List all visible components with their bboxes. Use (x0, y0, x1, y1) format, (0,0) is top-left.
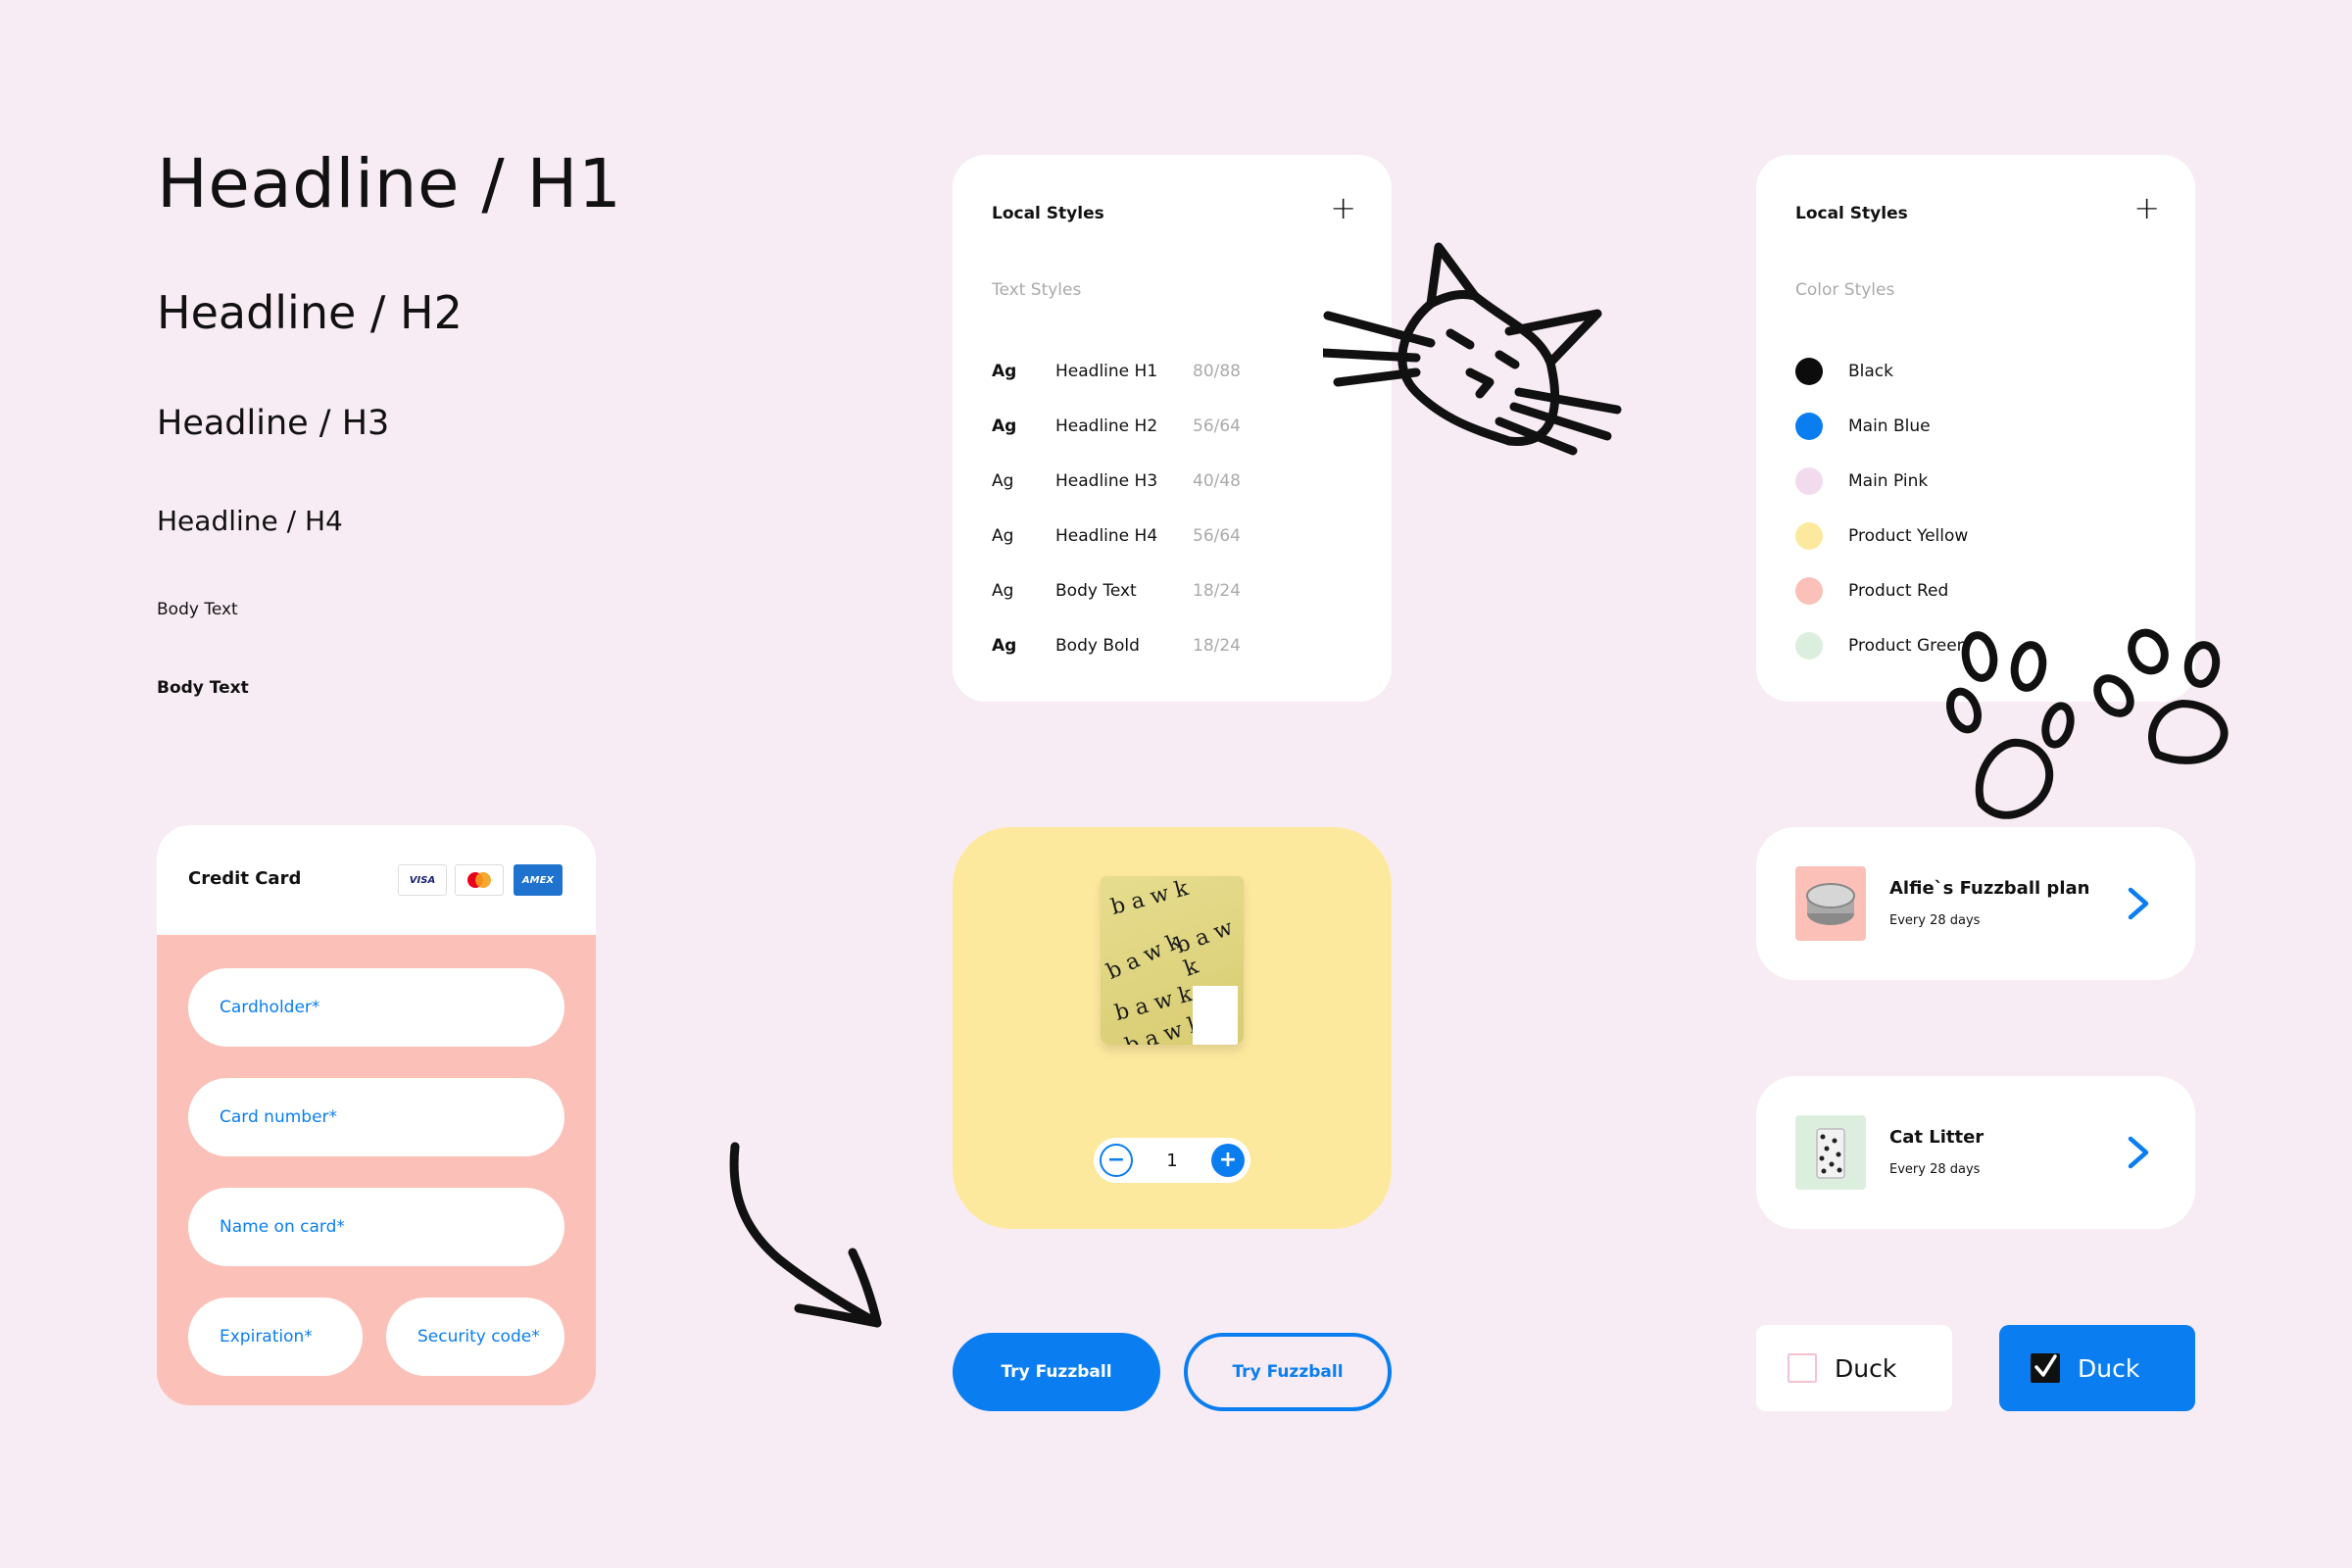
style-size: 56/64 (1193, 416, 1241, 436)
style-preview: Ag (992, 581, 1014, 601)
color-style-row[interactable]: Black (1795, 357, 1893, 386)
color-swatch (1795, 413, 1823, 440)
panel-subtitle: Text Styles (992, 280, 1082, 300)
arrow-doodle-icon (729, 1142, 882, 1328)
color-swatch (1795, 358, 1823, 385)
plan-thumbnail (1795, 866, 1866, 941)
color-swatch (1795, 577, 1823, 605)
bag-print-text: b a w k (1108, 876, 1192, 920)
duck-checkbox-unchecked[interactable]: Duck (1756, 1325, 1952, 1411)
add-style-button[interactable]: + (1330, 192, 1356, 223)
panel-title: Local Styles (1795, 204, 1908, 223)
style-preview: Ag (992, 526, 1014, 546)
checkbox-label: Duck (2078, 1353, 2140, 1383)
add-color-button[interactable]: + (2133, 192, 2160, 223)
color-swatch (1795, 632, 1823, 660)
bag-print-text: b a w k (1102, 929, 1185, 985)
text-style-row[interactable]: Ag Headline H1 80/88 (992, 357, 1241, 386)
credit-card-form: Credit Card VISA AMEX Cardholder* Card n… (157, 825, 596, 1405)
bag-label (1193, 986, 1238, 1045)
color-style-row[interactable]: Main Pink (1795, 466, 1928, 496)
color-name: Main Pink (1848, 471, 1929, 491)
color-name: Black (1848, 362, 1893, 381)
name-on-card-field[interactable]: Name on card* (188, 1188, 564, 1266)
text-style-row[interactable]: Ag Body Text 18/24 (992, 576, 1241, 606)
cardholder-field[interactable]: Cardholder* (188, 968, 564, 1047)
style-name: Body Text (1055, 581, 1137, 601)
color-swatch (1795, 522, 1823, 550)
style-preview: Ag (992, 636, 1017, 656)
color-name: Product Yellow (1848, 526, 1969, 546)
product-bag-image: b a w k b a w k b a w k b a w k b a w k (1101, 876, 1244, 1045)
text-style-row[interactable]: Ag Headline H4 56/64 (992, 521, 1241, 551)
style-name: Headline H2 (1055, 416, 1158, 436)
try-fuzzball-secondary-button[interactable]: Try Fuzzball (1184, 1333, 1392, 1411)
plan-card[interactable]: Cat Litter Every 28 days (1756, 1076, 2195, 1229)
checkbox-empty-icon (1788, 1353, 1817, 1383)
style-name: Headline H1 (1055, 362, 1158, 381)
style-size: 80/88 (1193, 362, 1241, 381)
color-style-row[interactable]: Main Blue (1795, 412, 1931, 441)
color-style-row[interactable]: Product Red (1795, 576, 1948, 606)
chevron-right-icon[interactable] (2125, 884, 2152, 923)
style-size: 18/24 (1193, 581, 1241, 601)
style-name: Body Bold (1055, 636, 1140, 656)
color-name: Main Blue (1848, 416, 1931, 436)
cat-doodle-icon (1323, 242, 1622, 456)
checkbox-checked-icon (2031, 1353, 2060, 1383)
style-size: 18/24 (1193, 636, 1241, 656)
text-style-row[interactable]: Ag Headline H3 40/48 (992, 466, 1241, 496)
decrease-quantity-button[interactable]: − (1100, 1144, 1133, 1177)
plan-card[interactable]: Alfie`s Fuzzball plan Every 28 days (1756, 827, 2195, 980)
text-style-row[interactable]: Ag Body Bold 18/24 (992, 631, 1241, 661)
color-name: Product Red (1848, 581, 1949, 601)
security-code-field[interactable]: Security code* (386, 1298, 564, 1376)
amex-logo-icon: AMEX (514, 864, 563, 896)
paw-print-icon (2093, 628, 2229, 764)
checkmark-icon (2034, 1354, 2057, 1377)
text-style-row[interactable]: Ag Headline H2 56/64 (992, 412, 1241, 441)
product-card: b a w k b a w k b a w k b a w k b a w k … (953, 827, 1392, 1229)
headline-h1-sample: Headline / H1 (157, 145, 622, 223)
expiration-field[interactable]: Expiration* (188, 1298, 363, 1376)
credit-card-header: Credit Card VISA AMEX (157, 825, 596, 935)
color-style-row[interactable]: Product Yellow (1795, 521, 1968, 551)
style-preview: Ag (992, 471, 1014, 491)
style-preview: Ag (992, 416, 1017, 436)
paw-print-icon (1945, 631, 2075, 819)
panel-subtitle: Color Styles (1795, 280, 1895, 300)
visa-logo-icon: VISA (398, 864, 447, 896)
cat-food-tin-icon (1806, 883, 1855, 925)
card-number-field[interactable]: Card number* (188, 1078, 564, 1156)
plan-title: Alfie`s Fuzzball plan (1889, 878, 2090, 899)
plan-thumbnail (1795, 1115, 1866, 1190)
plan-title: Cat Litter (1889, 1127, 1984, 1148)
headline-h3-sample: Headline / H3 (157, 404, 390, 443)
style-size: 56/64 (1193, 526, 1241, 546)
plan-frequency: Every 28 days (1889, 1162, 1981, 1177)
plan-frequency: Every 28 days (1889, 913, 1981, 928)
style-preview: Ag (992, 362, 1017, 381)
checkbox-label: Duck (1835, 1353, 1897, 1383)
style-size: 40/48 (1193, 471, 1241, 491)
mastercard-logo-icon (455, 864, 504, 896)
mastercard-circles-icon (467, 872, 491, 888)
body-text-sample: Body Text (157, 600, 238, 619)
color-styles-panel: Local Styles + Color Styles Black Main B… (1756, 155, 2195, 702)
panel-title: Local Styles (992, 204, 1104, 223)
duck-checkbox-checked[interactable]: Duck (1999, 1325, 2195, 1411)
credit-card-title: Credit Card (188, 868, 302, 889)
style-name: Headline H4 (1055, 526, 1158, 546)
color-swatch (1795, 467, 1823, 495)
try-fuzzball-primary-button[interactable]: Try Fuzzball (953, 1333, 1160, 1411)
quantity-stepper: − 1 + (1094, 1138, 1250, 1183)
quantity-value: 1 (1166, 1150, 1178, 1171)
cat-litter-tub-icon (1816, 1128, 1845, 1179)
chevron-right-icon[interactable] (2125, 1133, 2152, 1172)
style-name: Headline H3 (1055, 471, 1158, 491)
body-bold-sample: Body Text (157, 678, 249, 698)
headline-h2-sample: Headline / H2 (157, 286, 463, 339)
increase-quantity-button[interactable]: + (1210, 1144, 1245, 1177)
headline-h4-sample: Headline / H4 (157, 505, 343, 537)
